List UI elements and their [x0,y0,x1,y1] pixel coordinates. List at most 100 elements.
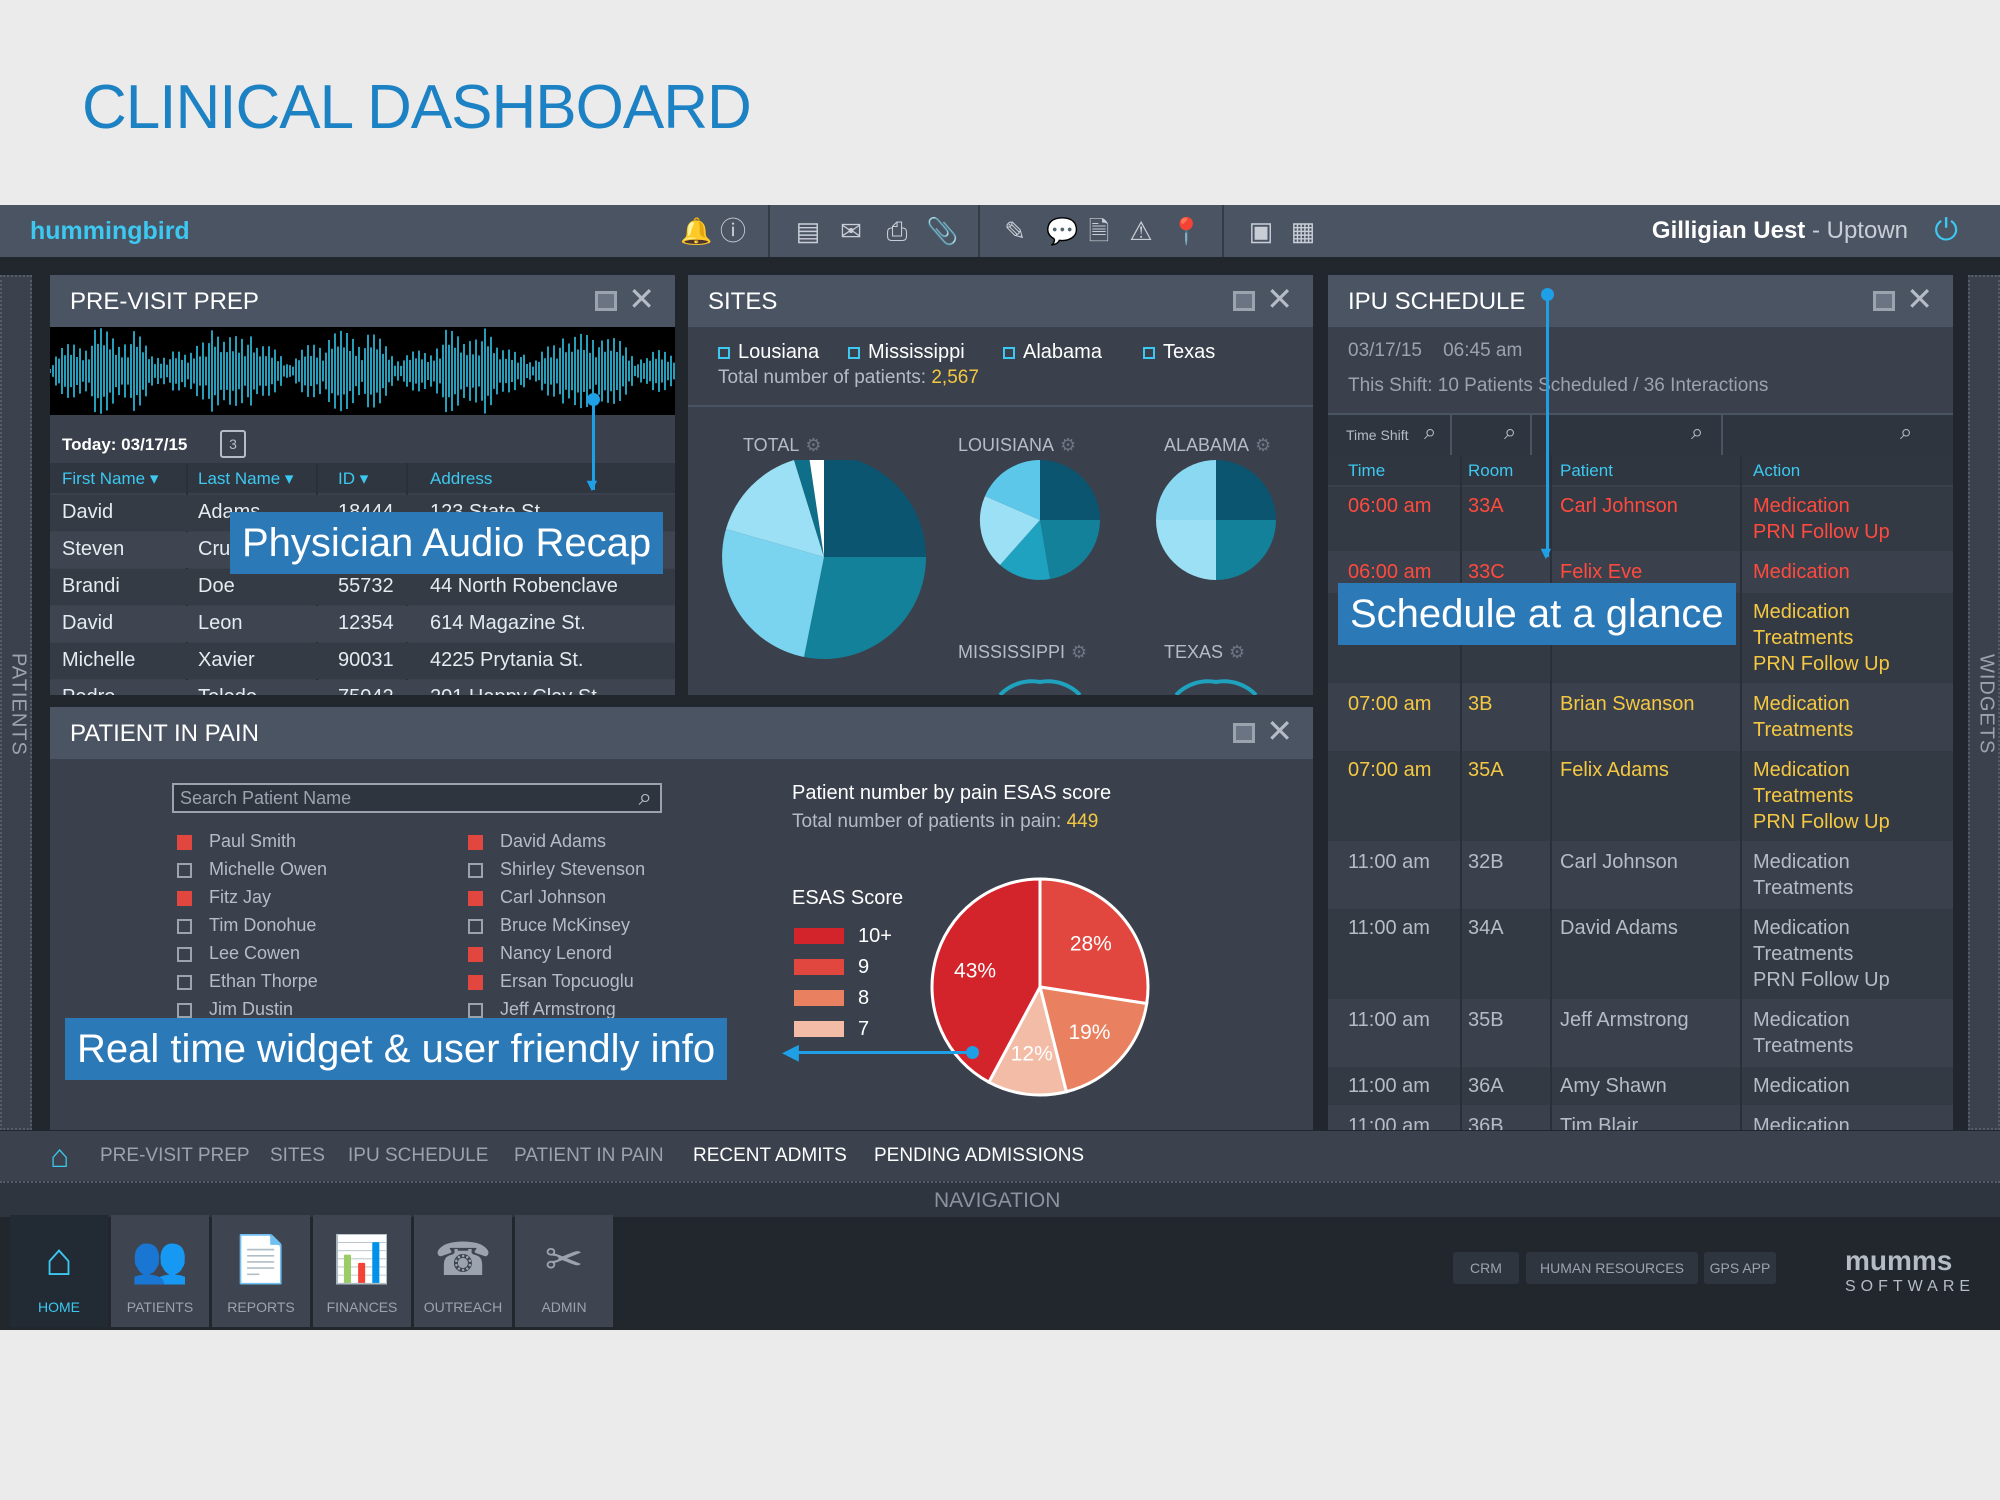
patient-name[interactable]: Shirley Stevenson [500,859,645,880]
patient-name[interactable]: Fitz Jay [209,887,271,908]
checkbox-icon[interactable] [848,346,860,359]
patient-checkbox[interactable] [468,891,483,906]
patient-checkbox[interactable] [468,975,483,990]
patient-name[interactable]: Carl Johnson [500,887,606,908]
previsit-title: PRE-VISIT PREP [70,288,259,315]
tab-patient-in-pain[interactable]: PATIENT IN PAIN [514,1145,664,1167]
patient-checkbox[interactable] [177,975,192,990]
patient-checkbox[interactable] [468,919,483,934]
nav-button-finances[interactable]: 📊 FINANCES [313,1215,411,1327]
patient-checkbox[interactable] [468,1003,483,1018]
maximize-icon[interactable] [1233,291,1255,311]
attachment-icon[interactable]: 📎 [926,217,958,245]
ipu-column-header[interactable]: Time [1348,461,1385,481]
patient-checkbox[interactable] [468,863,483,878]
checkbox-icon[interactable] [1143,346,1155,359]
info-icon[interactable]: ⓘ [720,217,746,245]
fax-icon[interactable]: ▤ [795,217,821,245]
close-icon[interactable]: ✕ [628,283,655,315]
search-icon[interactable]: ⌕ [1691,419,1703,445]
patient-checkbox[interactable] [177,835,192,850]
patient-name[interactable]: Jeff Armstrong [500,999,616,1020]
patient-checkbox[interactable] [468,835,483,850]
patient-checkbox[interactable] [177,891,192,906]
audio-waveform[interactable] [50,327,675,415]
calendar-icon[interactable]: ▦ [1290,217,1316,245]
search-icon[interactable]: ⌕ [639,784,652,812]
close-icon[interactable]: ✕ [1266,715,1293,747]
site-pies[interactable] [688,460,1313,695]
column-header[interactable]: First Name ▾ [62,469,158,489]
alert-icon[interactable]: ⚠ [1128,217,1154,245]
column-header[interactable]: ID ▾ [338,469,368,489]
contact-card-icon[interactable]: ▣ [1248,217,1274,245]
calendar-icon[interactable]: 3 [220,430,246,458]
site-filter-checkbox[interactable]: Lousiana [718,341,819,364]
schedule-action: Medication [1753,561,1850,583]
maximize-icon[interactable] [595,291,617,311]
patient-checkbox[interactable] [177,947,192,962]
home-icon[interactable]: ⌂ [50,1138,69,1175]
tab-pre-visit-prep[interactable]: PRE-VISIT PREP [100,1145,250,1167]
patient-name[interactable]: Jim Dustin [209,999,293,1020]
gear-icon: ⚙ [1060,435,1077,455]
tab-ipu-schedule[interactable]: IPU SCHEDULE [348,1145,488,1167]
ext-button-human-resources[interactable]: HUMAN RESOURCES [1526,1252,1698,1284]
app-logo[interactable]: hummingbird [30,217,190,246]
patient-name[interactable]: Ersan Topcuoglu [500,971,634,992]
site-filter-checkbox[interactable]: Texas [1143,341,1215,364]
patient-checkbox[interactable] [468,947,483,962]
tab-recent-admits[interactable]: RECENT ADMITS [693,1145,847,1167]
patient-name[interactable]: Nancy Lenord [500,943,612,964]
widgets-side-tab[interactable]: WIDGETS [1968,275,2000,1130]
nav-button-reports[interactable]: 📄 REPORTS [212,1215,310,1327]
checkbox-icon[interactable] [1003,346,1015,359]
print-icon[interactable]: ⎙ [884,217,910,245]
patient-name[interactable]: Paul Smith [209,831,296,852]
search-icon[interactable]: ⌕ [1424,419,1436,445]
nav-button-admin[interactable]: ✂ ADMIN [515,1215,613,1327]
checkbox-icon[interactable] [718,346,730,359]
patient-checkbox[interactable] [177,919,192,934]
patient-name[interactable]: Lee Cowen [209,943,300,964]
notes-icon[interactable]: ✎ [1002,217,1028,245]
patient-search-input[interactable]: Search Patient Name ⌕ [172,783,662,813]
patient-name[interactable]: Ethan Thorpe [209,971,318,992]
nav-button-home[interactable]: ⌂ HOME [10,1215,108,1327]
site-filter-checkbox[interactable]: Mississippi [848,341,965,364]
search-icon[interactable]: ⌕ [1504,419,1516,445]
ipu-column-header[interactable]: Action [1753,461,1800,481]
patient-name[interactable]: Bruce McKinsey [500,915,630,936]
table-cell: David [62,501,114,523]
ext-button-crm[interactable]: CRM [1453,1252,1519,1284]
bell-icon[interactable]: 🔔 [680,217,712,245]
pain-pie-chart[interactable]: 28% 19% 12% 43% [920,867,1160,1107]
patient-checkbox[interactable] [177,863,192,878]
patient-checkbox[interactable] [177,1003,192,1018]
file-icon[interactable]: 🗎 [1086,217,1112,245]
search-icon[interactable]: ⌕ [1900,419,1912,445]
patient-name[interactable]: David Adams [500,831,606,852]
tab-sites[interactable]: SITES [270,1145,325,1167]
chat-icon[interactable]: 💬 [1046,217,1078,245]
site-filter-checkbox[interactable]: Alabama [1003,341,1102,364]
maximize-icon[interactable] [1233,723,1255,743]
user-info[interactable]: Gilligian Uest - Uptown [1652,217,1908,245]
mail-icon[interactable]: ✉ [838,217,864,245]
power-icon[interactable]: ⏻ [1934,214,1958,248]
ipu-column-header[interactable]: Patient [1560,461,1613,481]
nav-button-patients[interactable]: 👥 PATIENTS [111,1215,209,1327]
close-icon[interactable]: ✕ [1266,283,1293,315]
close-icon[interactable]: ✕ [1906,283,1933,315]
ipu-column-header[interactable]: Room [1468,461,1513,481]
location-pin-icon[interactable]: 📍 [1170,217,1202,245]
ext-button-gps-app[interactable]: GPS APP [1704,1252,1776,1284]
patient-name[interactable]: Michelle Owen [209,859,327,880]
column-header[interactable]: Last Name ▾ [198,469,293,489]
patients-side-tab[interactable]: PATIENTS [0,275,32,1130]
nav-button-outreach[interactable]: ☎ OUTREACH [414,1215,512,1327]
maximize-icon[interactable] [1873,291,1895,311]
column-header[interactable]: Address [430,469,492,489]
tab-pending-admissions[interactable]: PENDING ADMISSIONS [874,1145,1084,1167]
patient-name[interactable]: Tim Donohue [209,915,316,936]
